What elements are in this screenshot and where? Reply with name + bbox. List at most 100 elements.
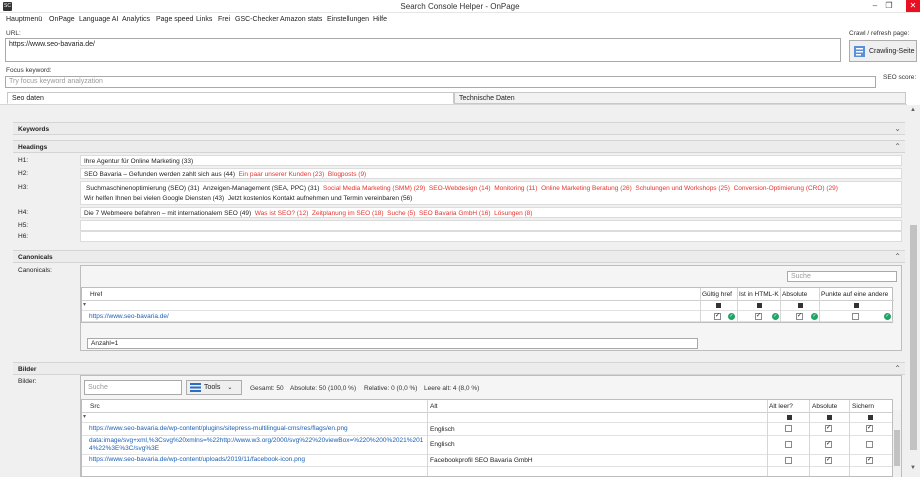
menu-item-onpage[interactable]: OnPage	[49, 16, 75, 23]
column-header-points-elsewhere[interactable]: Punkte auf eine andere	[821, 291, 893, 298]
heading-entry: Suche (5)	[387, 210, 416, 217]
in-head-checkbox[interactable]: ✓	[755, 313, 762, 320]
focus-keyword-label: Focus keyword:	[6, 67, 52, 74]
h1-label: H1:	[18, 157, 29, 164]
bilder-search-input[interactable]: Suche	[84, 380, 182, 395]
image-alt-text: Englisch	[430, 426, 455, 433]
main-scrollbar[interactable]: ▲ ▼	[907, 105, 920, 477]
h3-label: H3:	[18, 184, 29, 191]
absolute-checkbox[interactable]: ✓	[825, 457, 832, 464]
filter-indicator-icon[interactable]	[854, 303, 859, 308]
heading-entry: Wir helfen Ihnen bei vielen Google Diens…	[84, 195, 225, 202]
alt-empty-checkbox[interactable]	[785, 441, 792, 448]
column-header-src[interactable]: Src	[90, 403, 100, 410]
filter-indicator-icon[interactable]	[827, 415, 832, 420]
points-elsewhere-checkbox[interactable]	[852, 313, 859, 320]
valid-href-checkbox[interactable]: ✓	[714, 313, 721, 320]
canonicals-section-header[interactable]: Canonicals ⌃	[13, 250, 905, 263]
bilder-table-scrollbar[interactable]	[893, 410, 901, 477]
menu-item-gsc-checker[interactable]: GSC-Checker	[235, 16, 279, 23]
column-header-secure[interactable]: Sichern	[852, 403, 874, 410]
focus-keyword-input[interactable]: Try focus keyword analyzation	[5, 76, 876, 88]
keywords-section-header[interactable]: Keywords ⌄	[13, 122, 905, 135]
chevron-up-icon: ⌃	[894, 252, 901, 261]
image-src-link[interactable]: https://www.seo-bavaria.de/wp-content/pl…	[89, 425, 425, 432]
image-alt-text: Englisch	[430, 441, 455, 448]
heading-entry: SEO Bavaria – Gefunden werden zahlt sich…	[84, 171, 236, 178]
headings-section-header[interactable]: Headings ⌃	[13, 140, 905, 153]
minimize-button[interactable]: –	[868, 0, 882, 12]
menu-item-language-ai[interactable]: Language AI	[79, 16, 118, 23]
heading-entry: SEO-Webdesign (14)	[428, 185, 491, 192]
h1-values: Ihre Agentur für Online Marketing (33)	[80, 155, 902, 166]
menu-item-hilfe[interactable]: Hilfe	[373, 16, 387, 23]
canonicals-search-input[interactable]: Suche	[787, 271, 897, 282]
tab-technische-daten[interactable]: Technische Daten	[454, 92, 906, 104]
ok-check-icon: ✓	[884, 313, 891, 320]
stat-absolute: Absolute: 50 (100,0 %)	[290, 385, 357, 392]
heading-entry: Monitoring (11)	[494, 185, 538, 192]
h2-values: SEO Bavaria – Gefunden werden zahlt sich…	[80, 168, 902, 179]
image-src-link[interactable]: data:image/svg+xml,%3Csvg%20xmlns=%22htt…	[89, 437, 425, 454]
image-alt-text: Facebookprofil SEO Bavaria GmbH	[430, 457, 533, 464]
h6-label: H6:	[18, 233, 29, 240]
heading-entry: Anzeigen-Management (SEA, PPC) (31)	[202, 185, 320, 192]
menu-item-amazon-stats[interactable]: Amazon stats	[280, 16, 322, 23]
menu-item-hauptmenue[interactable]: Hauptmenü	[6, 16, 42, 23]
h2-label: H2:	[18, 170, 29, 177]
tools-dropdown[interactable]: Tools ⌄	[186, 380, 242, 395]
scroll-up-arrow-icon[interactable]: ▲	[910, 107, 916, 113]
column-header-valid-href[interactable]: Gültig href	[702, 291, 736, 298]
canonicals-section-title: Canonicals	[18, 254, 53, 261]
bilder-section-header[interactable]: Bilder ⌃	[13, 362, 905, 375]
filter-indicator-icon[interactable]	[868, 415, 873, 420]
chevron-down-icon: ⌄	[894, 124, 901, 133]
column-header-absolute[interactable]: Absolute	[812, 403, 837, 410]
menu-item-frei[interactable]: Frei	[218, 16, 230, 23]
h5-label: H5:	[18, 222, 29, 229]
alt-empty-checkbox[interactable]	[785, 457, 792, 464]
scroll-down-arrow-icon[interactable]: ▼	[910, 465, 916, 471]
column-header-alt-empty[interactable]: Alt leer?	[769, 403, 793, 410]
absolute-checkbox[interactable]: ✓	[825, 441, 832, 448]
canonical-href-link[interactable]: https://www.seo-bavaria.de/	[89, 313, 169, 320]
chevron-down-icon: ⌄	[227, 385, 233, 391]
secure-checkbox[interactable]	[866, 441, 873, 448]
filter-indicator-icon[interactable]	[798, 303, 803, 308]
bilder-table: Src Alt Alt leer? Absolute Sichern ▾ htt…	[81, 399, 893, 477]
h4-values: Die 7 Webmeere befahren – mit internatio…	[80, 207, 902, 218]
image-src-link[interactable]: https://www.seo-bavaria.de/wp-content/up…	[89, 456, 425, 463]
secure-checkbox[interactable]: ✓	[866, 425, 873, 432]
restore-button[interactable]: ❐	[882, 0, 896, 12]
close-button[interactable]: ✕	[906, 0, 920, 12]
url-input[interactable]: https://www.seo-bavaria.de/	[5, 38, 841, 62]
menu-item-links[interactable]: Links	[196, 16, 212, 23]
alt-empty-checkbox[interactable]	[785, 425, 792, 432]
crawl-button-label: Crawling-Seite	[869, 47, 915, 55]
ok-check-icon: ✓	[811, 313, 818, 320]
absolute-checkbox[interactable]: ✓	[796, 313, 803, 320]
heading-entry: Suchmaschinenoptimierung (SEO) (31)	[86, 185, 200, 192]
ok-check-icon: ✓	[728, 313, 735, 320]
column-header-absolute[interactable]: Absolute	[782, 291, 818, 298]
absolute-checkbox[interactable]: ✓	[825, 425, 832, 432]
menu-item-analytics[interactable]: Analytics	[122, 16, 150, 23]
filter-indicator-icon[interactable]	[716, 303, 721, 308]
bilder-label: Bilder:	[18, 378, 37, 385]
filter-indicator-icon[interactable]	[757, 303, 762, 308]
menu-item-einstellungen[interactable]: Einstellungen	[327, 16, 369, 23]
secure-checkbox[interactable]: ✓	[866, 457, 873, 464]
heading-entry: SEO Bavaria GmbH (16)	[418, 210, 491, 217]
column-header-alt[interactable]: Alt	[430, 403, 438, 410]
column-header-in-html-head[interactable]: Ist in HTML-Kopf	[739, 291, 779, 298]
canonicals-count: Anzahl=1	[87, 338, 698, 349]
scrollbar-thumb[interactable]	[894, 430, 900, 466]
column-header-href[interactable]: Href	[90, 291, 102, 298]
crawl-button[interactable]: Crawling-Seite	[849, 40, 917, 62]
scrollbar-thumb[interactable]	[910, 225, 917, 450]
canonicals-table: Href Gültig href Ist in HTML-Kopf Absolu…	[81, 287, 894, 323]
filter-indicator-icon[interactable]	[787, 415, 792, 420]
menu-item-page-speed[interactable]: Page speed	[156, 16, 193, 23]
tab-seo-daten[interactable]: Seo daten	[7, 92, 454, 104]
menu-bar: Hauptmenü OnPage Language AI Analytics P…	[0, 14, 920, 27]
